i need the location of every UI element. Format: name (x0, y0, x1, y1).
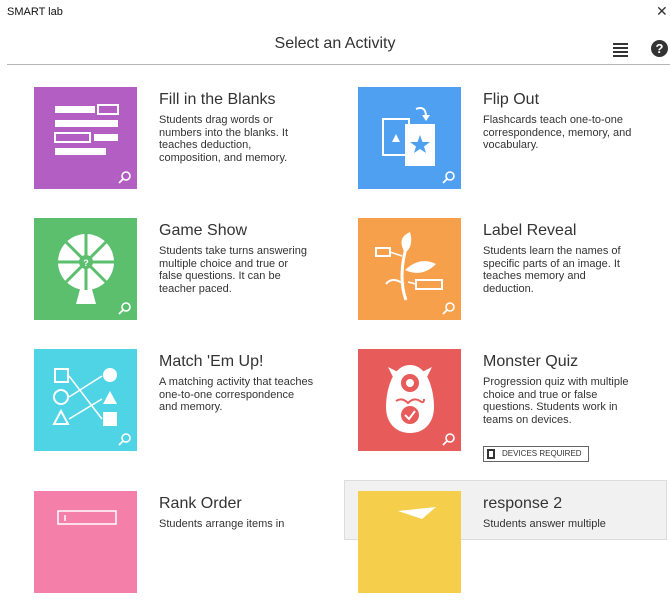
activity-card-fill-in-the-blanks[interactable]: Fill in the Blanks Students drag words o… (34, 87, 349, 207)
page-title: Select an Activity (274, 35, 396, 52)
activity-description: Progression quiz with multiple choice an… (483, 376, 629, 426)
activity-card-game-show[interactable]: ? Game Show Students take turns answerin… (34, 218, 349, 338)
activity-description: Flashcards teach one-to-one corresponden… (483, 114, 632, 151)
activity-card-response-2[interactable]: response 2 Students answer multiple (344, 480, 667, 593)
header-divider (7, 64, 670, 65)
monster-egg-icon (358, 349, 461, 451)
devices-required-badge: DEVICES REQUIRED (483, 446, 589, 462)
activity-title: Label Reveal (483, 222, 577, 239)
activity-card-match-em-up[interactable]: Match 'Em Up! A matching activity that t… (34, 349, 349, 469)
flashcards-icon (358, 87, 461, 189)
activity-title: Game Show (159, 222, 248, 239)
svg-text:?: ? (83, 258, 89, 268)
activity-description: Students take turns answering multiple c… (159, 245, 307, 295)
matching-shapes-icon (34, 349, 137, 451)
help-icon[interactable]: ? (651, 40, 668, 57)
activity-title: Monster Quiz (483, 353, 579, 370)
device-icon (487, 449, 495, 459)
response-icon (358, 491, 461, 593)
activity-title: Fill in the Blanks (159, 91, 276, 108)
activity-title: Rank Order (159, 495, 242, 512)
activity-title: response 2 (483, 495, 563, 512)
prize-wheel-icon: ? (34, 218, 137, 320)
labelled-plant-icon (358, 218, 461, 320)
activity-description: Students drag words or numbers into the … (159, 114, 289, 164)
fill-in-the-blanks-icon (34, 87, 137, 189)
ranked-list-icon (34, 491, 137, 593)
app-title: SMART lab (7, 6, 63, 18)
activity-card-flip-out[interactable]: Flip Out Flashcards teach one-to-one cor… (358, 87, 670, 207)
activity-card-label-reveal[interactable]: Label Reveal Students learn the names of… (358, 218, 670, 338)
activity-card-monster-quiz[interactable]: Monster Quiz Progression quiz with multi… (358, 349, 670, 469)
activity-title: Flip Out (483, 91, 540, 108)
activity-title: Match 'Em Up! (159, 353, 264, 370)
badge-label: DEVICES REQUIRED (502, 449, 582, 458)
activity-card-rank-order[interactable]: Rank Order Students arrange items in (34, 491, 349, 611)
activity-description: Students learn the names of specific par… (483, 245, 621, 295)
menu-icon[interactable] (612, 40, 632, 60)
activity-description: A matching activity that teaches one-to-… (159, 376, 314, 413)
close-button[interactable]: ✕ (656, 3, 670, 19)
